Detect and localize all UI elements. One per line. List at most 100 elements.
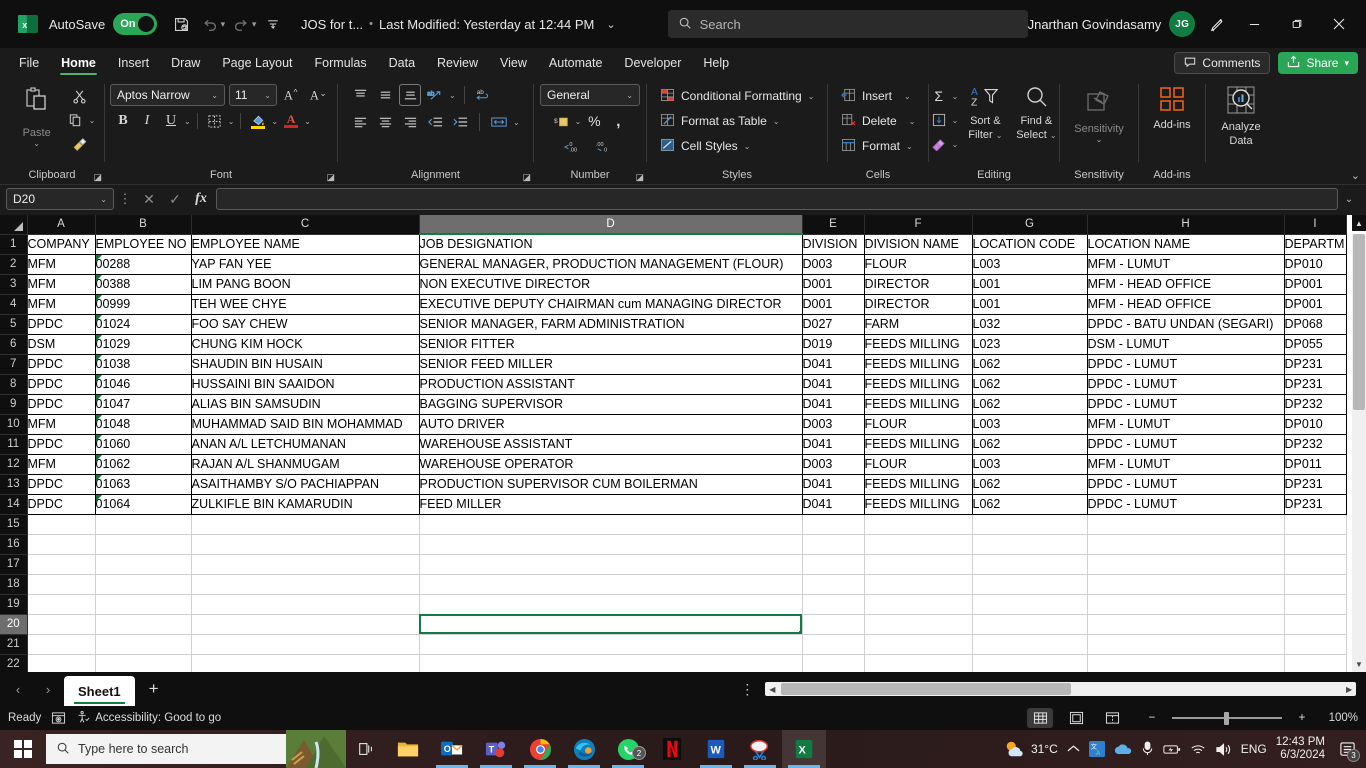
cell-A14[interactable]: DPDC [27, 494, 96, 515]
wrap-text-button[interactable]: ab [473, 84, 495, 106]
cell-A3[interactable]: MFM [27, 274, 96, 295]
cell-E20[interactable] [802, 614, 865, 635]
cell-B10[interactable]: 01048 [95, 414, 192, 435]
tab-draw[interactable]: Draw [160, 48, 211, 78]
cell-G16[interactable] [972, 534, 1088, 555]
save-icon[interactable] [167, 9, 196, 39]
cell-D12[interactable]: WAREHOUSE OPERATOR [419, 454, 803, 475]
column-header-c[interactable]: C [191, 215, 420, 235]
onedrive-tray-icon[interactable] [1114, 743, 1132, 756]
italic-button[interactable]: I [136, 110, 158, 132]
accounting-format-button[interactable]: $ [551, 110, 573, 132]
cell-G19[interactable] [972, 594, 1088, 615]
underline-button[interactable]: U [160, 110, 182, 132]
row-header-22[interactable]: 22 [0, 654, 28, 672]
zoom-level[interactable]: 100% [1322, 712, 1358, 724]
clear-button[interactable] [928, 133, 950, 155]
cell-G8[interactable]: L062 [972, 374, 1088, 395]
column-header-d[interactable]: D [419, 215, 803, 235]
cell-A9[interactable]: DPDC [27, 394, 96, 415]
accessibility-status[interactable]: Accessibility: Good to go [76, 710, 221, 727]
cell-B16[interactable] [95, 534, 192, 555]
cell-D8[interactable]: PRODUCTION ASSISTANT [419, 374, 803, 395]
cell-H3[interactable]: MFM - HEAD OFFICE [1087, 274, 1285, 295]
cell-A12[interactable]: MFM [27, 454, 96, 475]
merge-and-center-button[interactable] [488, 111, 510, 133]
file-explorer-button[interactable] [386, 730, 430, 768]
zoom-slider[interactable] [1172, 711, 1282, 725]
horizontal-scrollbar[interactable]: ◀ ▶ [765, 682, 1357, 696]
excel-taskbar-button[interactable]: X [782, 730, 826, 768]
cell-E14[interactable]: D041 [802, 494, 865, 515]
cell-I7[interactable]: DP231 [1284, 354, 1347, 375]
find-and-select-button[interactable]: Find & Select ⌄ [1012, 84, 1060, 142]
cell-E22[interactable] [802, 654, 865, 672]
next-sheet-button[interactable]: › [34, 676, 62, 702]
cell-E17[interactable] [802, 554, 865, 575]
tab-formulas[interactable]: Formulas [304, 48, 378, 78]
orientation-button[interactable]: ab [424, 84, 446, 106]
notification-center-button[interactable]: 3 [1334, 734, 1360, 764]
cell-B18[interactable] [95, 574, 192, 595]
minimize-button[interactable] [1234, 1, 1276, 47]
cell-F18[interactable] [864, 574, 973, 595]
format-as-table-button[interactable]: Format as Table ⌄ [656, 109, 784, 133]
horizontal-scroll-thumb[interactable] [781, 683, 1072, 695]
cell-D4[interactable]: EXECUTIVE DEPUTY CHAIRMAN cum MANAGING D… [419, 294, 803, 315]
cell-B2[interactable]: 00288 [95, 254, 192, 275]
language-indicator[interactable]: ENG [1241, 742, 1267, 756]
cell-H16[interactable] [1087, 534, 1285, 555]
column-header-h[interactable]: H [1087, 215, 1285, 235]
cell-D16[interactable] [419, 534, 803, 555]
format-cells-button[interactable]: Format ⌄ [837, 134, 917, 158]
column-header-f[interactable]: F [864, 215, 973, 235]
number-format-select[interactable]: General ⌄ [540, 84, 640, 106]
accounting-dropdown-icon[interactable]: ⌄ [575, 117, 582, 126]
cell-C1[interactable]: EMPLOYEE NAME [191, 234, 420, 255]
clipboard-dialog-launcher-icon[interactable]: ◪ [93, 172, 102, 183]
cell-B12[interactable]: 01062 [95, 454, 192, 475]
select-all-corner[interactable] [0, 215, 28, 235]
edge-button[interactable] [562, 730, 606, 768]
share-button[interactable]: Share ▾ [1278, 52, 1358, 74]
format-painter-button[interactable] [69, 133, 91, 155]
name-box[interactable]: D20 ⌄ [6, 188, 114, 210]
cell-B1[interactable]: EMPLOYEE NO [95, 234, 192, 255]
cell-I16[interactable] [1284, 534, 1347, 555]
row-header-1[interactable]: 1 [0, 234, 28, 255]
collapse-ribbon-icon[interactable]: ⌄ [1351, 169, 1360, 182]
tab-review[interactable]: Review [426, 48, 489, 78]
cell-H5[interactable]: DPDC - BATU UNDAN (SEGARI) [1087, 314, 1285, 335]
cell-I11[interactable]: DP232 [1284, 434, 1347, 455]
cell-F3[interactable]: DIRECTOR [864, 274, 973, 295]
task-view-button[interactable] [346, 730, 386, 768]
align-center-button[interactable] [374, 111, 396, 133]
tab-file[interactable]: File [8, 48, 50, 78]
row-header-12[interactable]: 12 [0, 454, 28, 475]
search-box[interactable] [667, 10, 1028, 38]
cell-E8[interactable]: D041 [802, 374, 865, 395]
cell-D5[interactable]: SENIOR MANAGER, FARM ADMINISTRATION [419, 314, 803, 335]
number-dialog-launcher-icon[interactable]: ◪ [635, 172, 644, 183]
align-middle-button[interactable] [374, 84, 396, 106]
cell-C20[interactable] [191, 614, 420, 635]
row-header-21[interactable]: 21 [0, 634, 28, 655]
undo-dropdown-icon[interactable]: ▾ [221, 19, 226, 30]
tab-automate[interactable]: Automate [538, 48, 614, 78]
cell-G15[interactable] [972, 514, 1088, 535]
fill-color-dropdown-icon[interactable]: ⌄ [271, 117, 278, 126]
ribbon-display-options-icon[interactable] [1201, 9, 1234, 39]
font-size-select[interactable]: 11 ⌄ [229, 84, 277, 106]
microphone-tray-icon[interactable] [1141, 741, 1154, 757]
cell-D18[interactable] [419, 574, 803, 595]
sensitivity-button[interactable]: Sensitivity ⌄ [1064, 84, 1134, 144]
cell-A19[interactable] [27, 594, 96, 615]
cell-C21[interactable] [191, 634, 420, 655]
cell-F13[interactable]: FEEDS MILLING [864, 474, 973, 495]
cell-I18[interactable] [1284, 574, 1347, 595]
autosum-dropdown-icon[interactable]: ⌄ [952, 92, 959, 101]
column-header-e[interactable]: E [802, 215, 865, 235]
cell-I4[interactable]: DP001 [1284, 294, 1347, 315]
conditional-formatting-button[interactable]: Conditional Formatting ⌄ [656, 84, 818, 108]
whatsapp-button[interactable]: 2 [606, 730, 650, 768]
